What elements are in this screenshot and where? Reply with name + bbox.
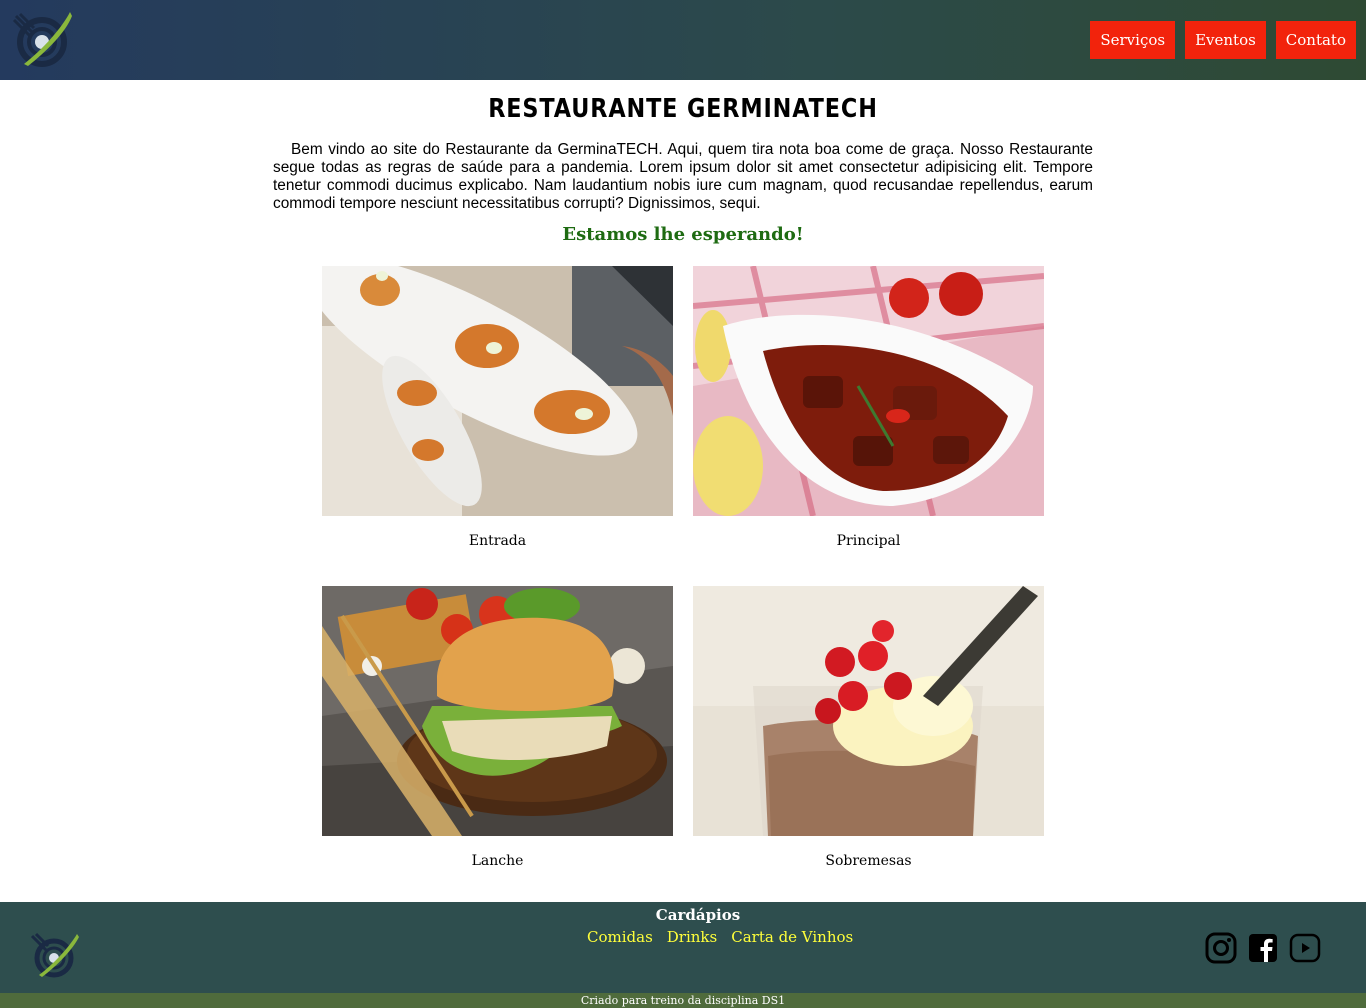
- entrada-photo[interactable]: [322, 266, 673, 516]
- footer-credit: Criado para treino da disciplina DS1: [0, 993, 1366, 1008]
- footer-logo-icon[interactable]: [30, 932, 80, 978]
- nav-servicos-button[interactable]: Serviços: [1090, 21, 1176, 59]
- page-title: RESTAURANTE GERMINATECH: [488, 94, 878, 124]
- logo-icon[interactable]: [12, 10, 74, 68]
- footer-link-carta-de-vinhos[interactable]: Carta de Vinhos: [731, 928, 853, 946]
- welcome-subtitle: Estamos lhe esperando!: [562, 224, 804, 245]
- menu-card-entrada[interactable]: Entrada: [322, 266, 673, 549]
- site-header: Serviços Eventos Contato: [0, 0, 1366, 80]
- menu-card-lanche[interactable]: Lanche: [322, 586, 673, 869]
- footer-link-comidas[interactable]: Comidas: [587, 928, 653, 946]
- footer-menu-links: Comidas Drinks Carta de Vinhos: [587, 928, 853, 946]
- card-caption: Sobremesas: [825, 853, 912, 869]
- principal-photo[interactable]: [693, 266, 1044, 516]
- facebook-icon[interactable]: [1247, 932, 1279, 964]
- sobremesas-photo[interactable]: [693, 586, 1044, 836]
- footer-title: Cardápios: [655, 906, 741, 924]
- intro-paragraph: Bem vindo ao site do Restaurante da Germ…: [273, 141, 1093, 212]
- menu-card-principal[interactable]: Principal: [693, 266, 1044, 549]
- card-caption: Lanche: [471, 853, 524, 869]
- nav-contato-button[interactable]: Contato: [1275, 21, 1356, 59]
- main-nav: Serviços Eventos Contato: [1090, 21, 1356, 59]
- card-caption: Principal: [836, 533, 901, 549]
- footer-link-drinks[interactable]: Drinks: [667, 928, 717, 946]
- menu-card-sobremesas[interactable]: Sobremesas: [693, 586, 1044, 869]
- site-footer: Cardápios Comidas Drinks Carta de Vinhos: [0, 902, 1366, 993]
- social-links: [1205, 932, 1321, 964]
- lanche-photo[interactable]: [322, 586, 673, 836]
- card-caption: Entrada: [468, 533, 527, 549]
- youtube-icon[interactable]: [1289, 932, 1321, 964]
- nav-eventos-button[interactable]: Eventos: [1185, 21, 1266, 59]
- instagram-icon[interactable]: [1205, 932, 1237, 964]
